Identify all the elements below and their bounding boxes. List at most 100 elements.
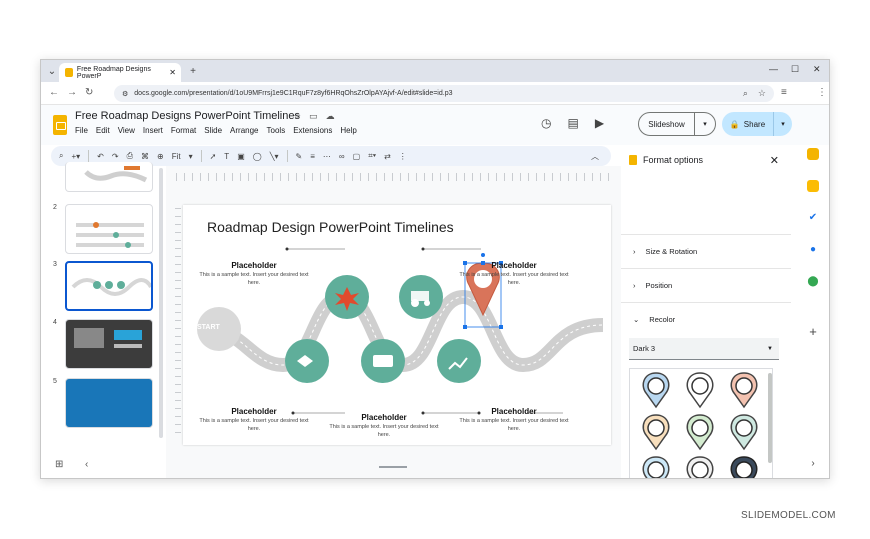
back-icon[interactable]: ←: [49, 87, 59, 98]
zoom-tool-icon[interactable]: ⊕: [157, 152, 164, 161]
maps-icon[interactable]: ⬤: [807, 276, 819, 288]
tab-search-icon[interactable]: ⌄: [44, 63, 60, 79]
get-addons-icon[interactable]: +: [807, 325, 819, 338]
speaker-notes-handle[interactable]: [379, 466, 407, 468]
image-icon[interactable]: ▣: [237, 152, 245, 161]
shape-icon[interactable]: ◯: [253, 152, 262, 161]
keep-icon[interactable]: [807, 180, 819, 192]
browser-menu-icon[interactable]: ⋮: [817, 87, 827, 98]
border-dash-icon[interactable]: ⋯: [323, 152, 331, 161]
meet-camera-icon[interactable]: ▶: [595, 116, 604, 130]
placeholder-1[interactable]: Placeholder This is a sample text. Insert…: [199, 261, 309, 287]
close-window-icon[interactable]: ✕: [813, 64, 821, 75]
text-box-icon[interactable]: T: [224, 152, 229, 161]
close-panel-icon[interactable]: ✕: [770, 154, 779, 167]
recolor-option[interactable]: [686, 456, 714, 479]
line-icon[interactable]: ╲▾: [270, 152, 279, 161]
recolor-option[interactable]: [730, 456, 758, 479]
recolor-option[interactable]: [686, 414, 714, 451]
comments-icon[interactable]: ▤: [567, 116, 578, 130]
recolor-option[interactable]: [642, 456, 670, 479]
section-position[interactable]: › Position: [621, 268, 791, 301]
document-title[interactable]: Free Roadmap Designs PowerPoint Timeline…: [75, 110, 300, 122]
recolor-option[interactable]: [642, 414, 670, 451]
browser-tab[interactable]: Free Roadmap Designs PowerP ✕: [59, 63, 181, 82]
move-folder-icon[interactable]: ▭: [309, 111, 318, 122]
recolor-option[interactable]: [642, 372, 670, 409]
slide-thumbnail-2[interactable]: 2: [51, 204, 161, 254]
recolor-option[interactable]: [730, 414, 758, 451]
placeholder-3[interactable]: Placeholder This is a sample text. Insert…: [199, 407, 309, 433]
collapse-filmstrip-icon[interactable]: ‹: [85, 459, 88, 470]
slide-thumbnail-1[interactable]: [51, 162, 161, 198]
crop-icon[interactable]: ⌗▾: [368, 151, 376, 161]
calendar-icon[interactable]: [807, 148, 819, 160]
recolor-option[interactable]: [730, 372, 758, 409]
maximize-icon[interactable]: ☐: [791, 64, 799, 75]
select-cursor-icon[interactable]: ➚: [210, 152, 217, 161]
menu-extensions[interactable]: Extensions: [293, 126, 332, 135]
menu-edit[interactable]: Edit: [96, 126, 110, 135]
new-slide-icon[interactable]: +▾: [71, 152, 80, 161]
link-icon[interactable]: ∞: [339, 152, 345, 161]
recolor-option[interactable]: [686, 372, 714, 409]
contacts-icon[interactable]: ●: [807, 244, 819, 256]
pen-icon[interactable]: ✎: [296, 152, 303, 161]
slide-thumbnail-3-selected[interactable]: 3: [51, 261, 161, 311]
grid-view-icon[interactable]: ⊞: [55, 459, 63, 470]
share-dropdown-icon[interactable]: ▾: [774, 120, 792, 128]
forward-icon[interactable]: →: [67, 87, 77, 98]
chevron-right-icon: ›: [633, 280, 636, 290]
slides-logo-icon[interactable]: [53, 115, 67, 135]
search-menus-icon[interactable]: ⌕: [59, 151, 63, 161]
recolor-scrollbar[interactable]: [768, 373, 772, 463]
slideshow-button[interactable]: Slideshow ▾: [638, 112, 716, 136]
zoom-dropdown-icon[interactable]: ▾: [189, 152, 193, 161]
placeholder-4[interactable]: Placeholder This is a sample text. Insert…: [329, 413, 439, 439]
share-button[interactable]: 🔒 Share ▾: [722, 112, 792, 136]
menu-tools[interactable]: Tools: [267, 126, 286, 135]
section-size-rotation[interactable]: › Size & Rotation: [621, 234, 791, 267]
redo-icon[interactable]: ↷: [112, 152, 119, 161]
menu-arrange[interactable]: Arrange: [230, 126, 258, 135]
menu-file[interactable]: File: [75, 126, 88, 135]
cloud-status-icon[interactable]: ☁: [326, 111, 335, 122]
zoom-icon[interactable]: ⌕: [743, 88, 748, 99]
tasks-icon[interactable]: ✔: [807, 212, 819, 224]
filmstrip-scrollbar[interactable]: [159, 168, 163, 438]
bookmark-star-icon[interactable]: ☆: [758, 88, 766, 99]
slide-thumbnail-4[interactable]: 4: [51, 319, 161, 369]
close-tab-icon[interactable]: ✕: [169, 68, 176, 77]
new-tab-icon[interactable]: +: [185, 63, 201, 79]
extensions-icon[interactable]: ≡: [781, 87, 787, 98]
slide-thumbnail-5[interactable]: 5: [51, 378, 161, 428]
reload-icon[interactable]: ↻: [85, 87, 93, 98]
milestone-chart[interactable]: [437, 339, 481, 383]
menu-format[interactable]: Format: [171, 126, 196, 135]
undo-icon[interactable]: ↶: [97, 152, 104, 161]
paint-format-icon[interactable]: ⌘: [141, 152, 149, 161]
menu-help[interactable]: Help: [340, 126, 356, 135]
replace-image-icon[interactable]: ⇄: [384, 152, 391, 161]
expand-panel-icon[interactable]: ›: [807, 458, 819, 470]
history-icon[interactable]: ◷: [541, 116, 551, 130]
url-field[interactable]: ⚙ docs.google.com/presentation/d/1oU9MFr…: [114, 85, 774, 102]
slide-canvas[interactable]: Roadmap Design PowerPoint Timelines STAR…: [183, 205, 611, 445]
menu-slide[interactable]: Slide: [204, 126, 222, 135]
placeholder-5[interactable]: Placeholder This is a sample text. Insert…: [459, 407, 569, 433]
add-comment-icon[interactable]: ▢: [353, 152, 361, 161]
border-weight-icon[interactable]: ≡: [310, 152, 315, 161]
star-icon[interactable]: ☆: [293, 111, 301, 122]
section-recolor[interactable]: ⌄ Recolor: [621, 302, 791, 335]
zoom-select[interactable]: Fit: [172, 152, 181, 161]
recolor-select[interactable]: Dark 3 ▼: [629, 338, 779, 360]
site-info-icon[interactable]: ⚙: [122, 90, 128, 98]
print-icon[interactable]: ⎙: [127, 151, 133, 161]
menu-insert[interactable]: Insert: [143, 126, 163, 135]
minimize-icon[interactable]: —: [769, 64, 778, 74]
slideshow-dropdown-icon[interactable]: ▾: [695, 120, 715, 128]
more-icon[interactable]: ⋮: [399, 152, 407, 161]
placeholder-2[interactable]: Placeholder This is a sample text. Insert…: [459, 261, 569, 287]
menu-view[interactable]: View: [118, 126, 135, 135]
collapse-toolbar-icon[interactable]: ︿: [591, 151, 599, 162]
